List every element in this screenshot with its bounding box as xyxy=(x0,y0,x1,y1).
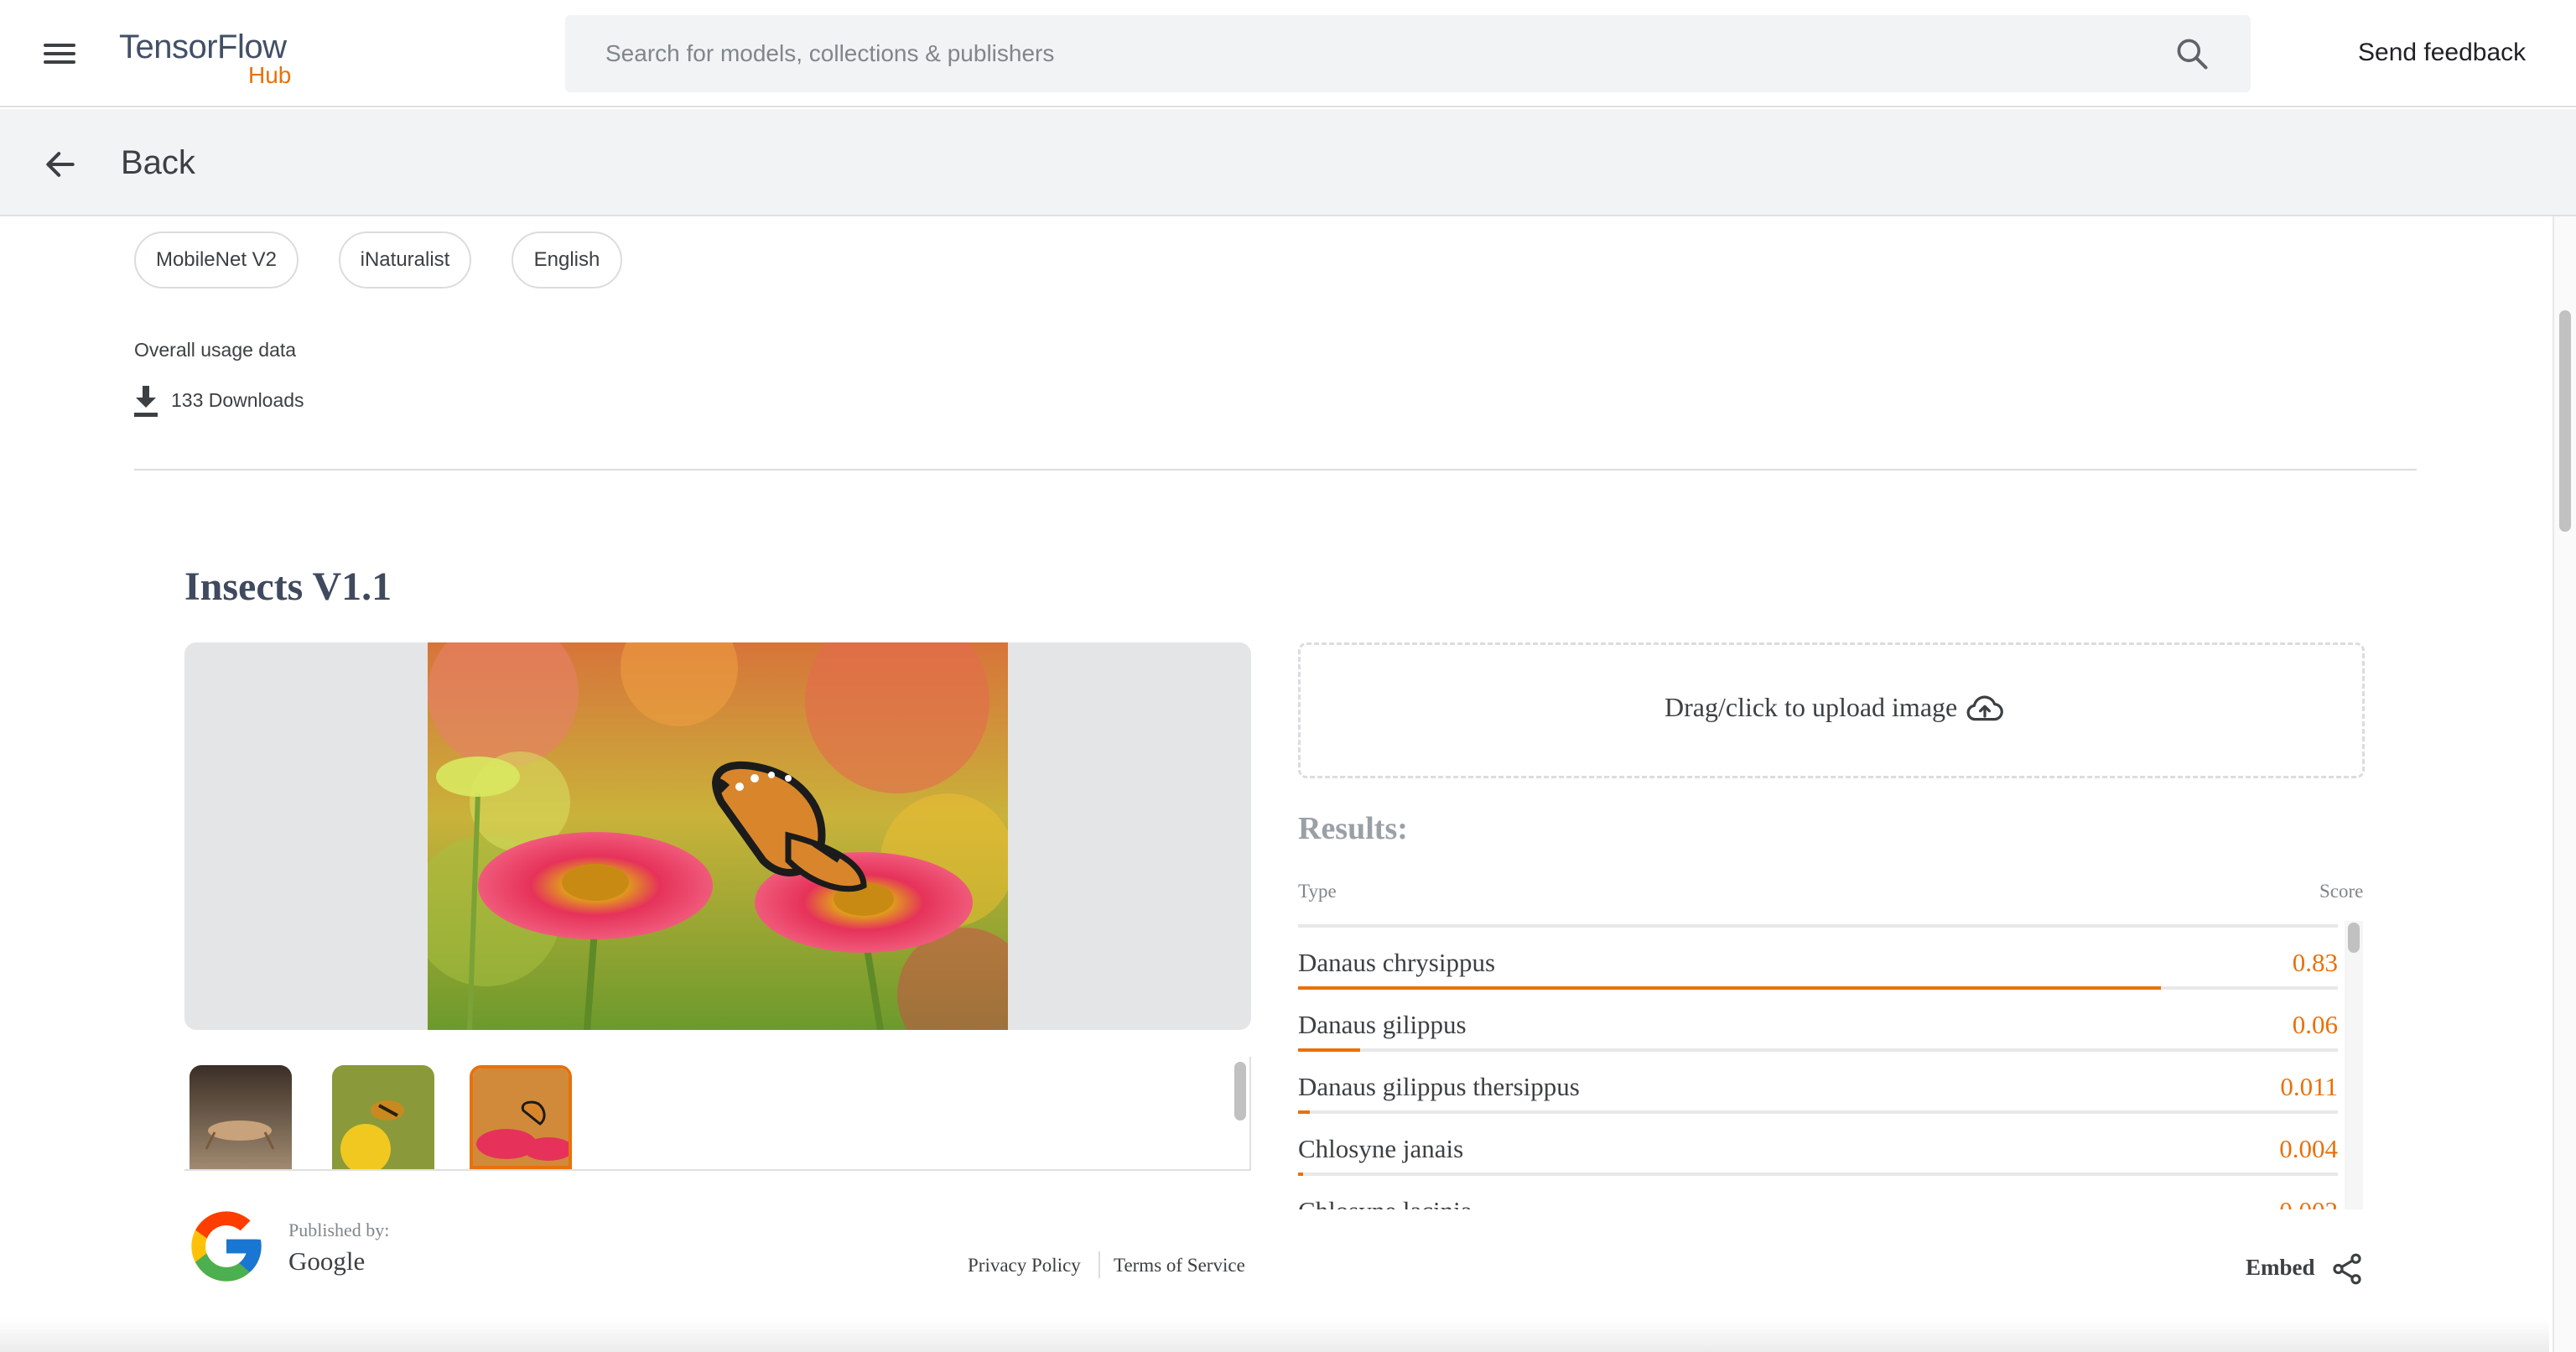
google-logo xyxy=(191,1211,262,1282)
result-score: 0.002 xyxy=(2279,1196,2338,1209)
preview-image xyxy=(428,642,1008,1030)
bottom-shadow xyxy=(0,1318,2549,1352)
column-header-score: Score xyxy=(2319,881,2364,902)
publisher-name[interactable]: Google xyxy=(288,1246,365,1277)
result-score: 0.06 xyxy=(2292,1010,2338,1039)
back-button[interactable]: Back xyxy=(121,144,195,182)
brand-name: TensorFlow xyxy=(119,29,287,65)
published-by-label: Published by: xyxy=(288,1219,390,1240)
thumbnail-scrollbar-thumb[interactable] xyxy=(1234,1062,1246,1121)
image-preview xyxy=(184,642,1251,1030)
demo-title: Insects V1.1 xyxy=(184,564,392,609)
results-scrollbar-thumb[interactable] xyxy=(2348,923,2360,953)
tag-chip[interactable]: MobileNet V2 xyxy=(134,231,299,289)
upload-label: Drag/click to upload image xyxy=(1665,692,1958,722)
result-row: Chlosyne lacinia 0.002 xyxy=(1298,1176,2338,1209)
result-name: Chlosyne lacinia xyxy=(1298,1196,1472,1209)
results-title: Results: xyxy=(1298,811,1408,846)
search-icon[interactable] xyxy=(2174,35,2210,72)
results-list: Danaus chrysippus 0.83 Danaus gilippus 0… xyxy=(1298,928,2365,1209)
usage-title: Overall usage data xyxy=(134,339,297,361)
result-row: Danaus gilippus 0.06 xyxy=(1298,990,2338,1052)
result-name: Danaus chrysippus xyxy=(1298,948,1496,977)
upload-dropzone[interactable]: Drag/click to upload image xyxy=(1298,642,2365,778)
column-header-type: Type xyxy=(1298,881,1337,902)
footer-link-separator xyxy=(1098,1251,1100,1278)
result-name: Danaus gilippus thersippus xyxy=(1298,1072,1580,1101)
embed-button[interactable]: Embed xyxy=(2246,1255,2315,1281)
result-row: Chlosyne janais 0.004 xyxy=(1298,1114,2338,1176)
page-scrollbar[interactable] xyxy=(2553,216,2576,1352)
upload-cloud-icon xyxy=(1966,695,2003,721)
thumbnail-scrollbar[interactable] xyxy=(1231,1057,1249,1169)
tensorflow-hub-logo[interactable]: TensorFlow Hub xyxy=(119,27,291,88)
result-score: 0.83 xyxy=(2292,948,2338,977)
brand-sub: Hub xyxy=(248,62,292,88)
result-score: 0.004 xyxy=(2279,1134,2338,1163)
back-bar: Back xyxy=(0,109,2576,216)
send-feedback-button[interactable]: Send feedback xyxy=(2358,39,2526,67)
tag-chip[interactable]: iNaturalist xyxy=(339,231,471,289)
result-name: Danaus gilippus xyxy=(1298,1010,1467,1039)
result-name: Chlosyne janais xyxy=(1298,1134,1464,1163)
result-row: Danaus gilippus thersippus 0.011 xyxy=(1298,1052,2338,1114)
privacy-policy-link[interactable]: Privacy Policy xyxy=(968,1255,1081,1277)
page-scrollbar-thumb[interactable] xyxy=(2559,310,2571,532)
thumbnail-strip xyxy=(184,1057,1251,1171)
results-scrollbar[interactable] xyxy=(2345,921,2363,1209)
terms-of-service-link[interactable]: Terms of Service xyxy=(1114,1255,1245,1277)
top-app-bar: TensorFlow Hub Send feedback xyxy=(0,0,2576,107)
download-icon xyxy=(134,386,158,417)
thumbnail-3-selected[interactable] xyxy=(470,1065,572,1169)
tag-chip[interactable]: English xyxy=(512,231,622,289)
thumbnail-2[interactable] xyxy=(332,1065,434,1169)
download-count: 133 Downloads xyxy=(171,389,304,411)
menu-icon[interactable] xyxy=(40,39,80,69)
result-score: 0.011 xyxy=(2280,1072,2338,1101)
result-row: Danaus chrysippus 0.83 xyxy=(1298,928,2338,990)
search-bar xyxy=(565,15,2251,92)
section-divider xyxy=(134,469,2417,471)
thumbnail-1[interactable] xyxy=(190,1065,292,1169)
share-icon[interactable] xyxy=(2329,1251,2365,1287)
search-input[interactable] xyxy=(605,15,2115,92)
back-arrow-icon[interactable] xyxy=(42,146,79,183)
